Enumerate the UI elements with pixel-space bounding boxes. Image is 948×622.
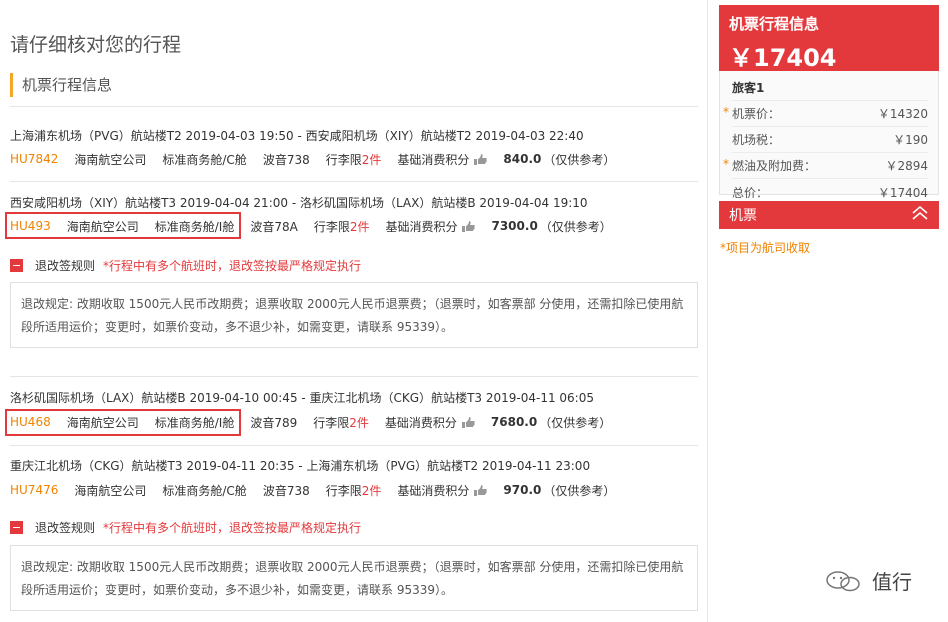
segment-1-route: 上海浦东机场（PVG）航站楼T2 2019-04-03 19:50 - 西安咸阳…: [10, 129, 584, 143]
ticket-section-toggle[interactable]: 机票: [719, 201, 939, 229]
points: 基础消费积分 840.0 （仅供参考）: [397, 152, 616, 167]
divider: [10, 376, 698, 377]
flight-number[interactable]: HU493: [10, 219, 51, 233]
double-chevron-up-icon[interactable]: [911, 205, 929, 224]
fare-value: ￥14320: [877, 107, 928, 121]
fare-value: ￥17404: [877, 185, 928, 200]
cabin-class: 标准商务舱/C舱: [162, 152, 247, 167]
sidebar-title: 机票行程信息: [729, 15, 820, 33]
segment-4-route: 重庆江北机场（CKG）航站楼T3 2019-04-11 20:35 - 上海浦东…: [10, 459, 591, 473]
rules-line: 段所适用运价；变更时，如票价变动，多不退少补，如需变更，请联系 95339）。: [21, 583, 453, 597]
main-panel: 请仔细核对您的行程 机票行程信息 上海浦东机场（PVG）航站楼T2 2019-0…: [0, 0, 708, 622]
hand-points-icon: [473, 484, 488, 496]
flight-number[interactable]: HU7842: [10, 152, 58, 166]
rules-warning: *行程中有多个航班时，退改签按最严格规定执行: [103, 258, 362, 273]
divider: [10, 181, 698, 182]
aircraft: 波音78A: [250, 219, 298, 234]
fare-row-airport-tax: 机场税： ￥190: [732, 127, 928, 153]
baggage: 行李限2件: [325, 483, 382, 498]
cabin-class: 标准商务舱/I舱: [154, 219, 235, 234]
fare-breakdown: 旅客1 * 机票价： ￥14320 机场税： ￥190 * 燃油及附加费： ￥289…: [719, 71, 939, 200]
fare-row-ticket: * 机票价： ￥14320: [723, 101, 928, 127]
cabin-class: 标准商务舱/I舱: [154, 415, 235, 430]
section-heading: 机票行程信息: [10, 73, 112, 97]
rules-content: 退改规定: 改期收取 1500元人民币改期费；退票收取 2000元人民币退票费；…: [10, 282, 698, 348]
collapse-icon[interactable]: [10, 258, 23, 272]
watermark-text: 值行: [872, 570, 912, 594]
rules-toggle[interactable]: 退改签规则 *行程中有多个航班时，退改签按最严格规定执行: [10, 518, 361, 536]
wechat-icon: [824, 570, 864, 592]
hand-points-icon: [461, 220, 476, 232]
rules-line: 退改规定: 改期收取 1500元人民币改期费；退票收取 2000元人民币退票费；…: [21, 297, 684, 311]
divider: [10, 106, 698, 107]
baggage: 行李限2件: [313, 415, 369, 430]
fare-value: ￥2894: [885, 159, 928, 173]
collapse-icon[interactable]: [10, 520, 23, 534]
airline: 海南航空公司: [66, 219, 139, 234]
segment-1-info: HU7842 海南航空公司 标准商务舱/C舱 波音738 行李限2件 基础消费积…: [10, 148, 631, 170]
airline: 海南航空公司: [66, 415, 139, 430]
rules-label: 退改签规则: [35, 520, 96, 535]
rules-toggle[interactable]: 退改签规则 *行程中有多个航班时，退改签按最严格规定执行: [10, 256, 361, 274]
passenger-name: 旅客1: [732, 81, 765, 95]
baggage: 行李限2件: [325, 152, 382, 167]
rules-line: 段所适用运价；变更时，如票价变动，多不退少补，如需变更，请联系 95339）。: [21, 320, 453, 334]
segment-3-info: HU468 海南航空公司 标准商务舱/I舱 波音789 行李限2件 基础消费积分…: [10, 411, 627, 433]
airline: 海南航空公司: [74, 152, 147, 167]
total-price: ￥17404: [729, 44, 837, 72]
price-sidebar: 机票行程信息 ￥17404 旅客1 * 机票价： ￥14320 机场税： ￥190…: [719, 5, 939, 256]
passenger-row: 旅客1: [732, 75, 928, 101]
rules-content: 退改规定: 改期收取 1500元人民币改期费；退票收取 2000元人民币退票费；…: [10, 545, 698, 611]
flight-number[interactable]: HU7476: [10, 483, 58, 497]
page-title: 请仔细核对您的行程: [10, 34, 182, 56]
rules-warning: *行程中有多个航班时，退改签按最严格规定执行: [103, 520, 362, 535]
hand-points-icon: [473, 153, 488, 165]
flight-number[interactable]: HU468: [10, 415, 51, 429]
required-star: *: [723, 105, 729, 119]
divider: [10, 445, 698, 446]
points: 基础消费积分 7680.0 （仅供参考）: [384, 415, 612, 430]
rules-line: 退改规定: 改期收取 1500元人民币改期费；退票收取 2000元人民币退票费；…: [21, 560, 684, 574]
aircraft: 波音738: [262, 152, 310, 167]
ticket-section-label: 机票: [729, 208, 757, 224]
aircraft: 波音738: [262, 483, 310, 498]
baggage: 行李限2件: [313, 219, 370, 234]
watermark: 值行: [824, 566, 912, 595]
segment-2-route: 西安咸阳机场（XIY）航站楼T3 2019-04-04 21:00 - 洛杉矶国…: [10, 196, 588, 210]
fare-row-fuel: * 燃油及附加费： ￥2894: [723, 153, 928, 179]
points: 基础消费积分 7300.0 （仅供参考）: [385, 219, 612, 234]
hand-points-icon: [461, 416, 475, 428]
required-star: *: [723, 157, 729, 171]
cabin-class: 标准商务舱/C舱: [162, 483, 247, 498]
segment-3-route: 洛杉矶国际机场（LAX）航站楼B 2019-04-10 00:45 - 重庆江北…: [10, 391, 594, 405]
segment-2-info: HU493 海南航空公司 标准商务舱/I舱 波音78A 行李限2件 基础消费积分…: [10, 215, 628, 237]
price-summary: 机票行程信息 ￥17404: [719, 5, 939, 72]
fare-value: ￥190: [893, 133, 928, 147]
points: 基础消费积分 970.0 （仅供参考）: [397, 483, 616, 498]
fare-note: *项目为航司收取: [720, 241, 811, 255]
rules-label: 退改签规则: [35, 258, 96, 273]
aircraft: 波音789: [250, 415, 298, 430]
airline: 海南航空公司: [74, 483, 147, 498]
segment-4-info: HU7476 海南航空公司 标准商务舱/C舱 波音738 行李限2件 基础消费积…: [10, 479, 631, 501]
